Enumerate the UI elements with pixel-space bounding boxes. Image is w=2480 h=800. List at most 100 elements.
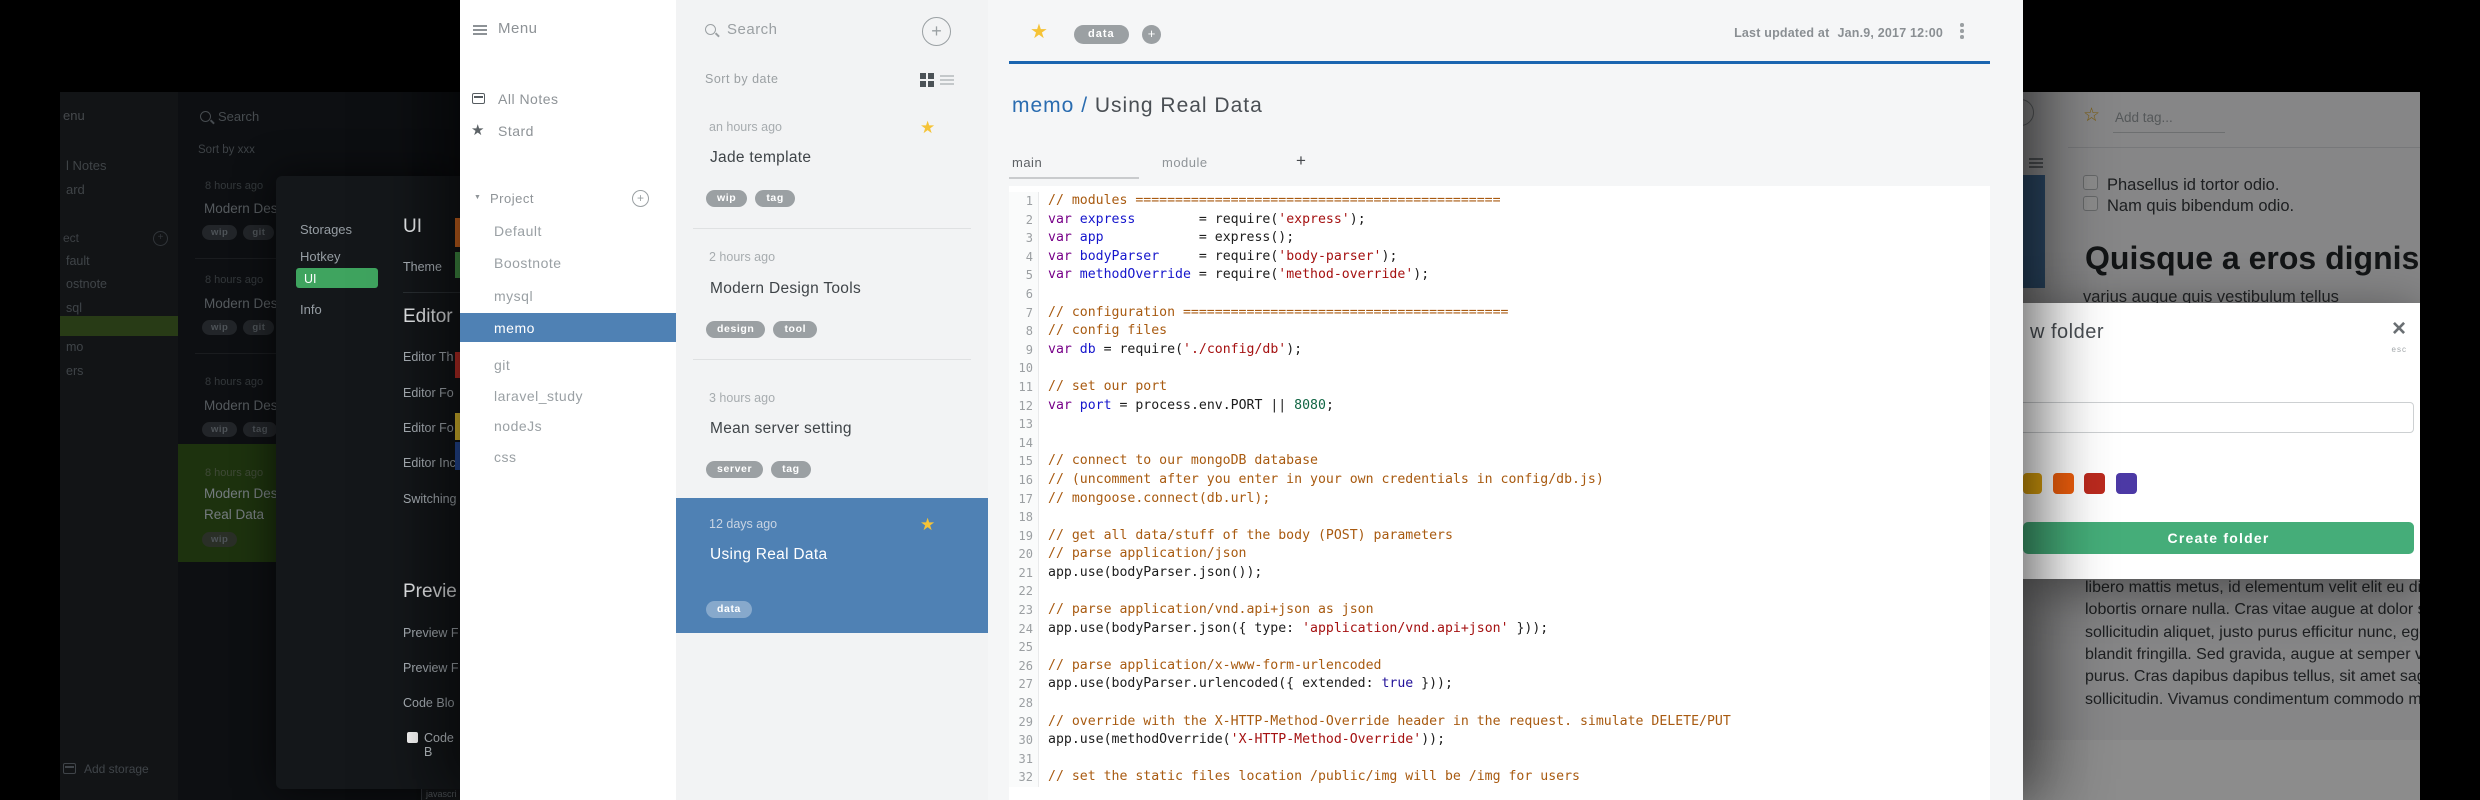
- code-line[interactable]: 6: [1009, 284, 1990, 304]
- tag-pill[interactable]: tag: [243, 422, 278, 437]
- settings-nav-item[interactable]: Info: [300, 302, 322, 317]
- code-line[interactable]: 11 // set our port: [1009, 377, 1990, 397]
- note-card-title[interactable]: Modern Des: [204, 296, 278, 311]
- note-card-title[interactable]: Mean server setting: [710, 420, 852, 438]
- star-icon[interactable]: ★: [920, 118, 935, 138]
- code-line[interactable]: 4 var bodyParser = require('body-parser')…: [1009, 247, 1990, 267]
- sidebar-item-all-notes[interactable]: l Notes: [66, 158, 106, 173]
- add-storage-button[interactable]: Add storage: [84, 762, 149, 776]
- tag-pill[interactable]: wip: [202, 225, 238, 240]
- note-tag[interactable]: data: [1074, 25, 1129, 44]
- code-line[interactable]: 15 // connect to our mongoDB database: [1009, 452, 1990, 471]
- folder-item[interactable]: Boostnote: [494, 255, 562, 271]
- code-line[interactable]: 9 var db = require('./config/db');: [1009, 340, 1990, 360]
- folder-item-memo-selected[interactable]: memo: [494, 320, 535, 336]
- tag-pill[interactable]: data: [706, 600, 752, 618]
- note-card-title[interactable]: Jade template: [710, 149, 811, 167]
- note-card-title[interactable]: Real Data: [204, 507, 264, 522]
- project-label[interactable]: ect: [63, 231, 79, 245]
- code-line[interactable]: 25: [1009, 638, 1990, 657]
- folder-item[interactable]: Default: [494, 223, 542, 239]
- project-collapse-icon[interactable]: ▼: [474, 194, 481, 201]
- add-tag-button[interactable]: +: [1142, 25, 1161, 44]
- settings-nav-item[interactable]: Hotkey: [300, 249, 340, 264]
- folder-item[interactable]: nodeJs: [494, 418, 542, 434]
- tag-pill[interactable]: tag: [755, 189, 795, 207]
- code-line[interactable]: 1 // modules ============================…: [1009, 192, 1990, 211]
- settings-nav-item-ui[interactable]: UI: [304, 272, 317, 286]
- code-line[interactable]: 28: [1009, 694, 1990, 713]
- code-line[interactable]: 7 // configuration ======================…: [1009, 303, 1990, 323]
- note-card-title[interactable]: Modern Des: [204, 201, 278, 216]
- code-line[interactable]: 30 app.use(methodOverride('X-HTTP-Method-…: [1009, 731, 1990, 750]
- kebab-menu-icon[interactable]: [1960, 23, 1964, 27]
- sidebar-item-starred[interactable]: Stard: [498, 123, 534, 139]
- note-card-title[interactable]: Modern Des: [204, 398, 278, 413]
- code-line[interactable]: 26 // parse application/x-www-form-urlenc…: [1009, 656, 1990, 676]
- tag-pill[interactable]: wip: [706, 189, 748, 207]
- tag-pill[interactable]: design: [706, 320, 766, 338]
- folder-item[interactable]: mysql: [494, 288, 533, 304]
- sidebar-item-starred[interactable]: ard: [66, 182, 85, 197]
- note-card-title[interactable]: Using Real Data: [710, 546, 827, 564]
- tab-main[interactable]: main: [1012, 155, 1042, 170]
- sort-select[interactable]: Sort by xxx: [198, 144, 255, 156]
- todo-checkbox[interactable]: [2083, 175, 2098, 190]
- code-line[interactable]: 16 // (uncomment after you enter in your …: [1009, 470, 1990, 490]
- note-card-title[interactable]: Modern Des: [204, 486, 278, 501]
- folder-item[interactable]: git: [494, 357, 510, 373]
- tag-pill[interactable]: wip: [202, 320, 238, 335]
- tag-pill[interactable]: tool: [773, 320, 818, 338]
- code-line[interactable]: 17 // mongoose.connect(db.url);: [1009, 489, 1990, 509]
- code-line[interactable]: 13: [1009, 415, 1990, 434]
- add-folder-button[interactable]: +: [632, 190, 649, 207]
- folder-item[interactable]: css: [494, 449, 517, 465]
- code-block-checkbox[interactable]: [407, 732, 418, 743]
- code-editor[interactable]: 1 // modules ============================…: [1009, 186, 1990, 800]
- menu-label[interactable]: Menu: [498, 20, 538, 37]
- settings-nav-item[interactable]: Storages: [300, 222, 352, 237]
- code-line[interactable]: 27 app.use(bodyParser.urlencoded({ extend…: [1009, 675, 1990, 695]
- code-line[interactable]: 32 // set the static files location /publ…: [1009, 768, 1990, 787]
- code-line[interactable]: 22: [1009, 582, 1990, 602]
- folder-color-swatch[interactable]: [2023, 473, 2042, 494]
- tab-add-button[interactable]: +: [1296, 151, 1306, 171]
- code-line[interactable]: 3 var app = express();: [1009, 229, 1990, 248]
- code-line[interactable]: 29 // override with the X-HTTP-Method-Ove…: [1009, 712, 1990, 732]
- code-line[interactable]: 23 // parse application/vnd.api+json as j…: [1009, 601, 1990, 620]
- code-line[interactable]: 24 app.use(bodyParser.json({ type: 'appli…: [1009, 619, 1990, 639]
- folder-color-swatch[interactable]: [2116, 473, 2137, 494]
- note-card-selected[interactable]: 12 days ago ★ Using Real Data data: [676, 498, 988, 633]
- code-line[interactable]: 10: [1009, 359, 1990, 378]
- code-line[interactable]: 14: [1009, 433, 1990, 453]
- folder-color-swatch[interactable]: [2084, 473, 2105, 494]
- code-line[interactable]: 8 // config files: [1009, 322, 1990, 341]
- tag-pill[interactable]: git: [243, 225, 275, 240]
- tag-pill[interactable]: wip: [202, 422, 238, 437]
- code-line[interactable]: 19 // get all data/stuff of the body (POS…: [1009, 526, 1990, 546]
- todo-checkbox[interactable]: [2083, 196, 2098, 211]
- folder-item-selected[interactable]: [60, 316, 178, 336]
- project-label[interactable]: Project: [490, 191, 534, 206]
- folder-item[interactable]: ers: [66, 364, 83, 378]
- tag-pill[interactable]: wip: [202, 532, 238, 547]
- star-toggle[interactable]: ★: [1030, 19, 1048, 44]
- folder-item[interactable]: fault: [66, 254, 90, 268]
- code-line[interactable]: 31: [1009, 749, 1990, 769]
- menu-label[interactable]: enu: [63, 108, 85, 123]
- code-line[interactable]: 18: [1009, 508, 1990, 527]
- sort-select[interactable]: Sort by date: [705, 72, 778, 86]
- create-folder-button[interactable]: Create folder: [2023, 522, 2414, 554]
- tag-pill[interactable]: server: [706, 460, 764, 478]
- star-toggle[interactable]: ☆: [2083, 104, 2100, 127]
- note-card-title[interactable]: Modern Design Tools: [710, 280, 861, 298]
- code-line[interactable]: 5 var methodOverride = require('method-ov…: [1009, 266, 1990, 285]
- search-input[interactable]: Search: [727, 21, 778, 38]
- add-folder-button[interactable]: +: [153, 231, 168, 246]
- code-line[interactable]: 21 app.use(bodyParser.json());: [1009, 563, 1990, 583]
- close-icon[interactable]: ×: [2392, 317, 2406, 341]
- star-icon[interactable]: ★: [920, 515, 935, 535]
- tag-pill[interactable]: git: [243, 320, 275, 335]
- code-line[interactable]: 12 var port = process.env.PORT || 8080;: [1009, 396, 1990, 416]
- folder-color-swatch[interactable]: [2053, 473, 2074, 494]
